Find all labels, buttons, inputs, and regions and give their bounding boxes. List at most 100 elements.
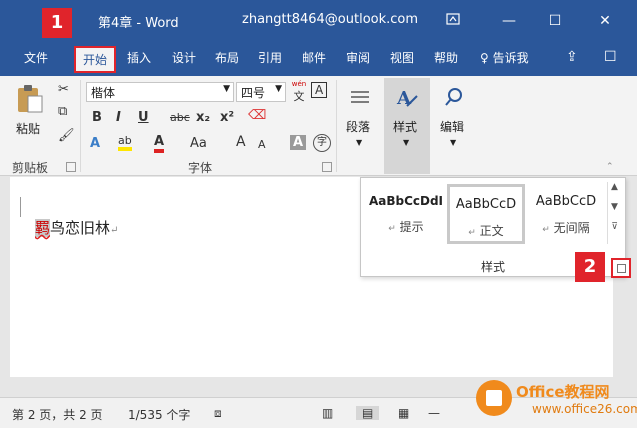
- cut-icon[interactable]: ✂: [58, 82, 69, 97]
- font-name-value: 楷体: [91, 86, 116, 100]
- tell-me-box[interactable]: ♀ 告诉我: [480, 49, 529, 66]
- margin-marker: [20, 197, 21, 217]
- account-email[interactable]: zhangtt8464@outlook.com: [242, 12, 418, 27]
- watermark-line1: Office教程网: [516, 383, 610, 401]
- print-layout-icon[interactable]: ▤: [356, 406, 380, 420]
- selected-character: 羁: [35, 219, 51, 237]
- underline-button[interactable]: U: [138, 110, 149, 125]
- superscript-button[interactable]: x²: [220, 110, 234, 125]
- style-name: ↵ 提示: [388, 220, 424, 234]
- paragraph-button[interactable]: 段落 ▼: [342, 80, 378, 154]
- page-count[interactable]: 第 2 页，共 2 页: [12, 406, 103, 423]
- character-border-button[interactable]: A: [311, 82, 328, 98]
- paragraph-label: 段落: [346, 120, 371, 134]
- italic-button[interactable]: I: [116, 110, 121, 125]
- strikethrough-button[interactable]: abc: [170, 111, 190, 124]
- clipboard-group-label: 剪贴板: [12, 161, 49, 175]
- chevron-down-icon: ▼: [356, 138, 363, 147]
- tab-layout[interactable]: 布局: [215, 49, 239, 66]
- tab-references[interactable]: 引用: [258, 49, 282, 66]
- character-shading-button[interactable]: A: [290, 135, 307, 150]
- highlight-button[interactable]: ab: [118, 134, 132, 151]
- zoom-out-icon[interactable]: —: [428, 406, 440, 420]
- copy-icon[interactable]: ⧉: [58, 104, 67, 119]
- text-effects-button[interactable]: A: [90, 136, 100, 151]
- font-dialog-launcher[interactable]: [322, 162, 332, 172]
- phonetic-guide-button[interactable]: wén 文: [290, 80, 308, 103]
- tell-me-label: 告诉我: [492, 51, 529, 65]
- grow-font-button[interactable]: A: [236, 134, 246, 150]
- style-sample: AaBbCcDdI: [368, 194, 444, 208]
- step-badge-2: 2: [575, 252, 605, 282]
- tab-home[interactable]: 开始: [74, 46, 117, 73]
- styles-icon: A: [396, 88, 418, 109]
- tab-design[interactable]: 设计: [172, 49, 196, 66]
- chevron-down-icon: ▼: [403, 138, 410, 147]
- editing-button[interactable]: 编辑 ▼: [436, 80, 472, 154]
- style-sample: AaBbCcD: [535, 194, 597, 209]
- tab-help[interactable]: 帮助: [434, 49, 458, 66]
- separator: [80, 80, 81, 172]
- font-size-value: 四号: [241, 86, 266, 100]
- subscript-button[interactable]: x₂: [196, 110, 210, 125]
- chevron-down-icon: ▼: [450, 138, 457, 147]
- word-count[interactable]: 1/535 个字: [128, 406, 190, 423]
- ribbon-tabs: 文件 开始 插入 设计 布局 引用 邮件 审阅 视图 帮助 ♀ 告诉我 ⇪ ☐: [0, 42, 637, 76]
- proofing-icon[interactable]: ⧈: [214, 406, 222, 421]
- tab-insert[interactable]: 插入: [127, 49, 151, 66]
- styles-label: 样式: [393, 120, 418, 134]
- comments-icon[interactable]: ☐: [604, 49, 617, 65]
- scroll-down-icon[interactable]: ▼: [608, 202, 621, 212]
- scroll-up-icon[interactable]: ▲: [608, 182, 621, 192]
- shrink-font-button[interactable]: A: [258, 138, 266, 151]
- read-mode-icon[interactable]: ▥: [322, 406, 333, 420]
- styles-dialog-launcher[interactable]: [611, 258, 631, 278]
- paragraph-icon: [351, 91, 369, 103]
- window-title: 第4章 - Word: [98, 16, 179, 31]
- style-card[interactable]: AaBbCcDdI ↵ 提示: [367, 184, 445, 244]
- bold-button[interactable]: B: [92, 110, 102, 125]
- more-styles-icon[interactable]: ⊽: [608, 222, 621, 232]
- paste-button[interactable]: 粘贴: [12, 82, 48, 142]
- collapse-ribbon-icon[interactable]: ⌃: [606, 162, 614, 172]
- ribbon-display-icon[interactable]: [438, 8, 468, 34]
- watermark-line2: www.office26.com: [532, 402, 637, 416]
- close-button[interactable]: ✕: [590, 8, 620, 34]
- paste-label: 粘贴: [16, 122, 41, 136]
- font-size-box[interactable]: 四号 ▼: [236, 82, 286, 102]
- web-layout-icon[interactable]: ▦: [398, 406, 409, 420]
- style-card-selected[interactable]: AaBbCcD ↵ 正文: [447, 184, 525, 244]
- phonetic-top: wén: [291, 80, 307, 88]
- format-painter-icon[interactable]: 🖌: [58, 128, 75, 143]
- office-logo-icon: [476, 380, 512, 416]
- style-card[interactable]: AaBbCcD ↵ 无间隔: [527, 184, 605, 244]
- svg-text:A: A: [396, 88, 412, 109]
- style-name: ↵ 无间隔: [542, 221, 590, 235]
- enclose-characters-button[interactable]: 字: [313, 134, 331, 152]
- tab-review[interactable]: 审阅: [346, 49, 370, 66]
- share-icon[interactable]: ⇪: [566, 49, 578, 65]
- editing-label: 编辑: [440, 120, 465, 134]
- clear-formatting-icon[interactable]: ⌫: [248, 108, 266, 123]
- change-case-button[interactable]: Aa: [190, 136, 207, 151]
- step-badge-1: 1: [42, 8, 72, 38]
- minimize-button[interactable]: —: [494, 8, 524, 34]
- site-watermark: Office教程网 www.office26.com: [476, 378, 637, 428]
- gallery-scroll[interactable]: ▲ ▼ ⊽: [607, 182, 621, 244]
- tab-file[interactable]: 文件: [24, 49, 48, 66]
- style-name: ↵ 正文: [468, 224, 504, 238]
- clipboard-icon: [18, 85, 43, 113]
- tab-view[interactable]: 视图: [390, 49, 414, 66]
- title-bar: 第4章 - Word zhangtt8464@outlook.com — ☐ ✕: [0, 0, 637, 42]
- tab-mailings[interactable]: 邮件: [302, 49, 326, 66]
- text-run: 鸟恋旧林: [50, 219, 111, 237]
- styles-button[interactable]: A 样式 ▼: [384, 78, 430, 174]
- font-color-button[interactable]: A: [154, 134, 165, 153]
- style-sample: AaBbCcD: [455, 197, 517, 212]
- ribbon-home: 粘贴 ✂ ⧉ 🖌 剪贴板 楷体 ▼ 四号 ▼ wén 文 A B I U abc…: [0, 76, 637, 176]
- font-name-box[interactable]: 楷体 ▼: [86, 82, 234, 102]
- clipboard-dialog-launcher[interactable]: [66, 162, 76, 172]
- document-text[interactable]: 羁鸟恋旧林↵: [35, 217, 118, 238]
- phonetic-char: 文: [293, 90, 305, 103]
- maximize-button[interactable]: ☐: [540, 8, 570, 34]
